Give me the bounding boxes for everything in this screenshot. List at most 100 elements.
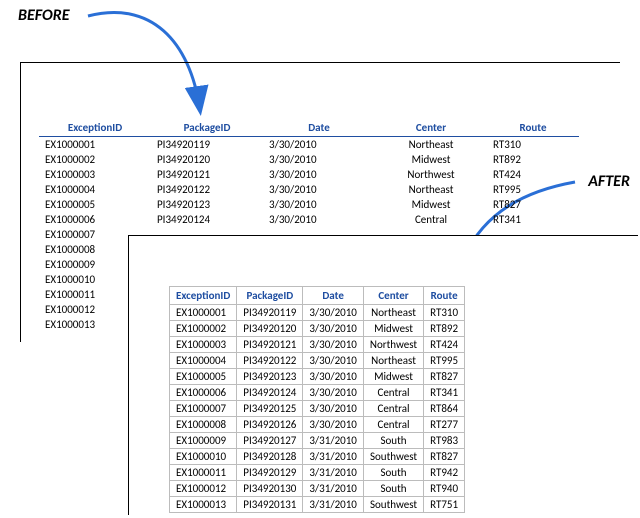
cell: PI34920130 <box>237 481 303 497</box>
cell: RT892 <box>487 152 579 167</box>
cell: 3/30/2010 <box>263 152 375 167</box>
col-exceptionid: ExceptionID <box>170 287 237 305</box>
col-exceptionid: ExceptionID <box>39 119 151 137</box>
col-route: Route <box>424 287 465 305</box>
cell: 3/30/2010 <box>263 167 375 182</box>
cell: EX1000001 <box>170 305 237 321</box>
cell: Midwest <box>375 197 487 212</box>
cell: EX1000004 <box>39 182 151 197</box>
cell: PI34920120 <box>237 321 303 337</box>
cell: 3/30/2010 <box>303 305 364 321</box>
cell: EX1000005 <box>170 369 237 385</box>
cell: EX1000010 <box>170 449 237 465</box>
cell: Midwest <box>363 321 423 337</box>
cell: South <box>363 481 423 497</box>
table-row: EX1000012PI349201303/31/2010SouthRT940 <box>170 481 465 497</box>
col-packageid: PackageID <box>151 119 263 137</box>
cell: 3/31/2010 <box>303 481 364 497</box>
cell: 3/30/2010 <box>303 337 364 353</box>
cell: Central <box>363 385 423 401</box>
cell: 3/30/2010 <box>263 182 375 197</box>
cell: 3/30/2010 <box>303 369 364 385</box>
table-row: EX1000005PI349201233/30/2010MidwestRT827 <box>170 369 465 385</box>
cell: RT995 <box>424 353 465 369</box>
col-center: Center <box>375 119 487 137</box>
cell: EX1000012 <box>170 481 237 497</box>
cell: EX1000003 <box>170 337 237 353</box>
col-packageid: PackageID <box>237 287 303 305</box>
cell: PI34920124 <box>237 385 303 401</box>
cell: 3/30/2010 <box>303 321 364 337</box>
cell: RT892 <box>424 321 465 337</box>
cell: PI34920122 <box>151 182 263 197</box>
table-row: EX1000003PI349201213/30/2010NorthwestRT4… <box>170 337 465 353</box>
table-row: EX1000002PI349201203/30/2010MidwestRT892 <box>39 152 579 167</box>
cell: PI34920119 <box>151 137 263 153</box>
label-before: BEFORE <box>18 6 70 25</box>
cell: EX1000001 <box>39 137 151 153</box>
cell: EX1000007 <box>170 401 237 417</box>
cell: PI34920122 <box>237 353 303 369</box>
col-date: Date <box>303 287 364 305</box>
table-row: EX1000007PI349201253/30/2010CentralRT864 <box>170 401 465 417</box>
table-row: EX1000005PI349201233/30/2010MidwestRT827 <box>39 197 579 212</box>
cell: EX1000006 <box>39 212 151 227</box>
cell: PI34920123 <box>237 369 303 385</box>
cell: 3/30/2010 <box>263 197 375 212</box>
cell: PI34920131 <box>237 497 303 513</box>
cell: Central <box>375 212 487 227</box>
cell: 3/30/2010 <box>303 353 364 369</box>
cell: Northwest <box>375 167 487 182</box>
cell: Northeast <box>363 353 423 369</box>
cell: EX1000008 <box>170 417 237 433</box>
cell: 3/30/2010 <box>303 417 364 433</box>
cell: 3/30/2010 <box>303 401 364 417</box>
cell: Central <box>363 401 423 417</box>
cell: RT864 <box>424 401 465 417</box>
cell: RT341 <box>424 385 465 401</box>
table-row: EX1000006PI349201243/30/2010CentralRT341 <box>170 385 465 401</box>
table-row: EX1000009PI349201273/31/2010SouthRT983 <box>170 433 465 449</box>
cell: RT277 <box>424 417 465 433</box>
col-date: Date <box>263 119 375 137</box>
cell: EX1000006 <box>170 385 237 401</box>
cell: South <box>363 433 423 449</box>
cell: RT310 <box>424 305 465 321</box>
cell: Northeast <box>375 137 487 153</box>
cell: EX1000009 <box>170 433 237 449</box>
cell: 3/31/2010 <box>303 449 364 465</box>
table-row: EX1000004PI349201223/30/2010NortheastRT9… <box>170 353 465 369</box>
cell: 3/31/2010 <box>303 465 364 481</box>
cell: EX1000005 <box>39 197 151 212</box>
cell: RT983 <box>424 433 465 449</box>
table-row: EX1000011PI349201293/31/2010SouthRT942 <box>170 465 465 481</box>
cell: Northwest <box>363 337 423 353</box>
cell: PI34920127 <box>237 433 303 449</box>
cell: EX1000002 <box>170 321 237 337</box>
table-row: EX1000004PI349201223/30/2010NortheastRT9… <box>39 182 579 197</box>
cell: PI34920120 <box>151 152 263 167</box>
table-row: EX1000001PI349201193/30/2010NortheastRT3… <box>170 305 465 321</box>
cell: South <box>363 465 423 481</box>
cell: PI34920121 <box>151 167 263 182</box>
cell: EX1000004 <box>170 353 237 369</box>
cell: RT827 <box>424 449 465 465</box>
col-route: Route <box>487 119 579 137</box>
cell: RT942 <box>424 465 465 481</box>
cell: 3/30/2010 <box>303 385 364 401</box>
cell: PI34920121 <box>237 337 303 353</box>
table-row: EX1000001PI349201193/30/2010NortheastRT3… <box>39 137 579 153</box>
cell: 3/31/2010 <box>303 497 364 513</box>
table-row: EX1000013PI349201313/31/2010SouthwestRT7… <box>170 497 465 513</box>
cell: RT827 <box>424 369 465 385</box>
col-center: Center <box>363 287 423 305</box>
cell: EX1000013 <box>170 497 237 513</box>
cell: Southwest <box>363 497 423 513</box>
cell: Northeast <box>375 182 487 197</box>
cell: 3/30/2010 <box>263 137 375 153</box>
cell: EX1000011 <box>170 465 237 481</box>
table-row: EX1000010PI349201283/31/2010SouthwestRT8… <box>170 449 465 465</box>
cell: PI34920125 <box>237 401 303 417</box>
after-table-header: ExceptionID PackageID Date Center Route <box>170 287 465 305</box>
table-row: EX1000002PI349201203/30/2010MidwestRT892 <box>170 321 465 337</box>
